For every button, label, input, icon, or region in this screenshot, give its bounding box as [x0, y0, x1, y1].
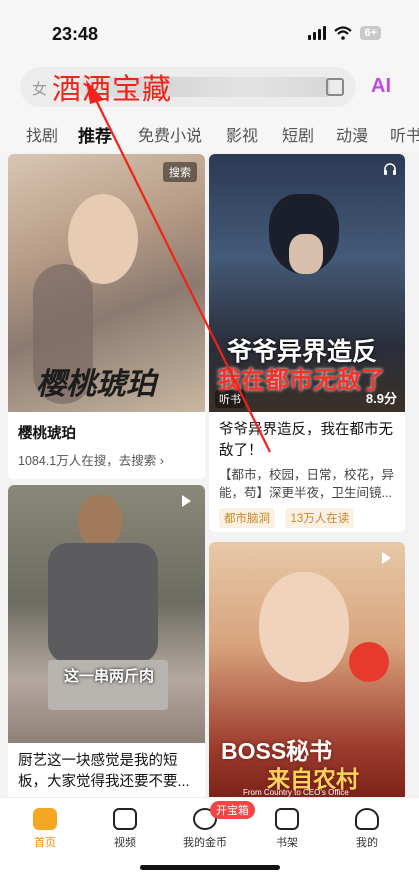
card-description: 【都市，校园，日常，校花，异能，苟】深更半夜，卫生间镜... — [219, 468, 395, 500]
audiobook-tag: 听书 — [215, 390, 245, 408]
card-title: 樱桃琥珀 — [18, 426, 76, 442]
tab-recommend[interactable]: 推荐 — [78, 122, 112, 147]
content-feed[interactable]: 搜索 樱桃琥珀 樱桃琥珀 1084.1万人在搜，去搜索 › 爷爷异界造反 我在都… — [0, 152, 419, 797]
play-icon — [382, 552, 391, 564]
status-bar: 23:48 6+ — [0, 0, 419, 64]
rating: 8.9分 — [365, 391, 397, 406]
card-title: 爷爷异界造反，我在都市无敌了！ — [219, 422, 393, 459]
nav-label: 视频 — [114, 837, 136, 849]
headphones-icon — [384, 163, 396, 175]
cover-face — [289, 234, 323, 274]
drama-poster: 搜索 樱桃琥珀 — [8, 154, 205, 412]
readers-tag: 13万人在读 — [285, 508, 355, 528]
tab-movies[interactable]: 影视 — [226, 122, 258, 146]
genre-tag: 都市脑洞 — [219, 508, 275, 528]
nav-label: 我的 — [356, 837, 378, 849]
card-tags: 都市脑洞 13万人在读 — [219, 508, 360, 528]
nav-video[interactable]: 视频 — [90, 808, 160, 850]
category-tabs: 找剧 推荐 免费小说 影视 短剧 动漫 听书 — [0, 114, 419, 152]
tab-free-novel[interactable]: 免费小说 — [138, 122, 202, 146]
battery-icon: 6+ — [360, 26, 381, 40]
novel-cover: 爷爷异界造反 我在都市无敌了 听书 8.9分 — [209, 154, 405, 412]
video-thumbnail: 这一串两斤肉 — [8, 485, 205, 743]
status-icons: 6+ — [308, 26, 381, 40]
nav-label: 书架 — [276, 837, 298, 849]
drama-card-boss-secretary[interactable]: BOSS秘书 来自农村 From Country to CEO's Office — [209, 542, 405, 797]
drama-poster: BOSS秘书 来自农村 From Country to CEO's Office — [209, 542, 405, 797]
play-icon — [182, 495, 191, 507]
home-indicator — [140, 865, 280, 870]
wifi-icon — [334, 26, 353, 40]
video-icon — [113, 808, 137, 830]
nav-home[interactable]: 首页 — [10, 808, 80, 850]
search-badge: 搜索 — [163, 162, 197, 182]
video-card-cooking[interactable]: 这一串两斤肉 厨艺这一块感觉是我的短板，大家觉得我还要不要... — [8, 485, 205, 797]
poster-subtitle: From Country to CEO's Office — [243, 788, 349, 797]
card-title: 厨艺这一块感觉是我的短板，大家觉得我还要不要... — [18, 753, 190, 790]
tab-anime[interactable]: 动漫 — [336, 122, 368, 146]
nav-profile[interactable]: 我的 — [332, 808, 402, 850]
poster-title: 樱桃琥珀 — [36, 367, 156, 402]
signal-icon — [308, 26, 327, 40]
tab-short-drama[interactable]: 短剧 — [282, 122, 314, 146]
scan-icon[interactable] — [326, 78, 344, 96]
thumb-figure — [48, 543, 158, 663]
status-time: 23:48 — [52, 24, 99, 44]
red-envelope-icon[interactable] — [349, 642, 389, 682]
profile-icon — [355, 808, 379, 830]
annotation-text: 酒酒宝藏 — [52, 72, 173, 106]
nav-label: 首页 — [34, 837, 56, 849]
nav-bookshelf[interactable]: 书架 — [252, 808, 322, 850]
tab-audiobook[interactable]: 听书 — [390, 122, 419, 146]
bookshelf-icon — [275, 808, 299, 830]
card-subtitle[interactable]: 1084.1万人在搜，去搜索 › — [18, 452, 164, 470]
home-icon — [33, 808, 57, 830]
drama-card-cherry-amber[interactable]: 搜索 樱桃琥珀 樱桃琥珀 1084.1万人在搜，去搜索 › — [8, 154, 205, 479]
poster-face — [259, 572, 349, 682]
tab-find-drama[interactable]: 找剧 — [26, 122, 58, 146]
search-placeholder: 女 — [32, 81, 48, 98]
video-caption: 这一串两斤肉 — [64, 668, 155, 685]
thumb-figure — [78, 495, 122, 547]
treasure-badge[interactable]: 开宝箱 — [210, 801, 255, 819]
nav-label: 我的金币 — [183, 837, 227, 849]
ai-button[interactable]: AI — [371, 75, 391, 98]
novel-card-grandpa[interactable]: 爷爷异界造反 我在都市无敌了 听书 8.9分 爷爷异界造反，我在都市无敌了！ 【… — [209, 154, 405, 532]
